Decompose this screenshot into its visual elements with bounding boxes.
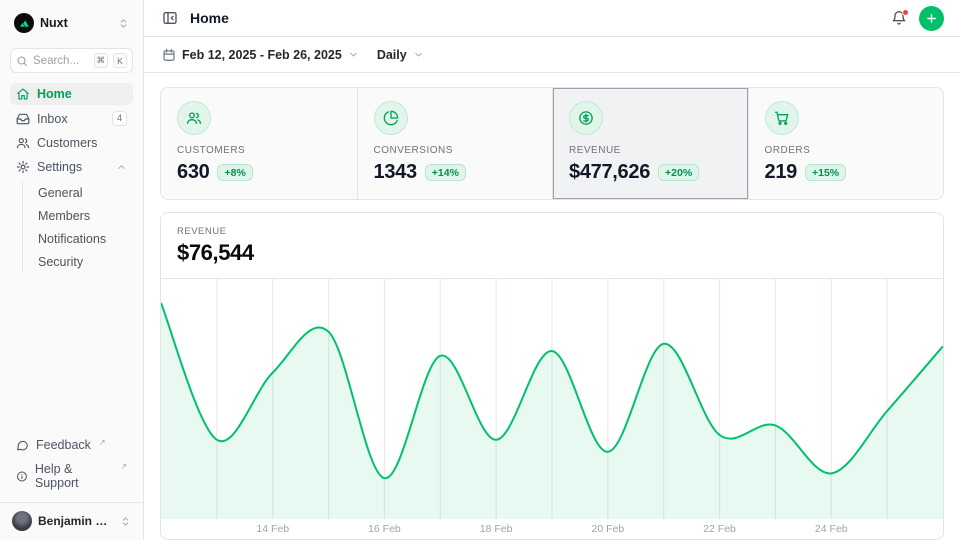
- period-label: Daily: [377, 48, 407, 62]
- panel-left-close-icon: [162, 10, 178, 26]
- stat-label: ORDERS: [765, 145, 928, 156]
- help-support-link[interactable]: Help & Support ↗: [10, 458, 133, 494]
- chevrons-up-down-icon: [118, 18, 129, 29]
- sidebar-item-label: Inbox: [37, 112, 105, 126]
- sidebar-nav: Home Inbox 4 Customers Settings General …: [10, 83, 133, 275]
- user-name: Benjamin Canac: [38, 514, 114, 528]
- user-avatar: [12, 511, 32, 531]
- notifications-button[interactable]: [889, 8, 909, 28]
- stat-change-badge: +14%: [425, 164, 466, 181]
- stat-change-badge: +8%: [217, 164, 252, 181]
- sidebar-item-home[interactable]: Home: [10, 83, 133, 105]
- stats-row: CUSTOMERS 630 +8% CONVERSIONS 1343 +14%: [160, 87, 944, 200]
- app-window: Nuxt ⌘ K Home Inbox 4 Customers: [0, 0, 960, 540]
- users-icon: [16, 136, 30, 150]
- sidebar-item-security[interactable]: Security: [36, 251, 133, 273]
- stat-label: REVENUE: [569, 145, 732, 156]
- stat-change-badge: +20%: [658, 164, 699, 181]
- stat-label: CONVERSIONS: [374, 145, 537, 156]
- x-axis-label: 24 Feb: [815, 523, 848, 535]
- calendar-icon: [162, 48, 176, 62]
- x-axis-label: 14 Feb: [256, 523, 289, 535]
- stat-change-badge: +15%: [805, 164, 846, 181]
- stat-label: CUSTOMERS: [177, 145, 341, 156]
- stat-card-customers[interactable]: CUSTOMERS 630 +8%: [161, 88, 357, 199]
- x-axis-label: 20 Feb: [591, 523, 624, 535]
- pie-chart-icon: [383, 110, 399, 126]
- external-link-icon: ↗: [120, 462, 127, 471]
- info-icon: [16, 470, 28, 483]
- nuxt-logo-icon: [14, 13, 34, 33]
- gear-icon: [16, 160, 30, 174]
- date-range-picker[interactable]: Feb 12, 2025 - Feb 26, 2025: [160, 44, 361, 66]
- dollar-circle-icon: [578, 110, 594, 126]
- settings-subnav: General Members Notifications Security: [22, 182, 133, 273]
- sidebar-spacer: [10, 275, 133, 434]
- team-name: Nuxt: [40, 16, 112, 30]
- chart-plot-area[interactable]: [161, 279, 943, 519]
- users-icon: [186, 110, 202, 126]
- chevron-down-icon: [348, 49, 359, 60]
- inbox-icon: [16, 112, 30, 126]
- new-item-button[interactable]: [919, 6, 944, 31]
- stat-value: 219: [765, 161, 797, 184]
- notification-dot: [902, 9, 909, 16]
- user-menu[interactable]: Benjamin Canac: [0, 502, 143, 540]
- x-axis-label: 18 Feb: [480, 523, 513, 535]
- page-header: Home: [144, 0, 960, 37]
- sidebar-footer: Feedback ↗ Help & Support ↗: [10, 434, 133, 502]
- stat-card-conversions[interactable]: CONVERSIONS 1343 +14%: [357, 88, 553, 199]
- chart-x-axis: 14 Feb 16 Feb 18 Feb 20 Feb 22 Feb 24 Feb: [161, 519, 943, 539]
- help-support-label: Help & Support: [35, 462, 112, 490]
- chevrons-up-down-icon: [120, 516, 131, 527]
- sidebar-item-notifications[interactable]: Notifications: [36, 228, 133, 250]
- filter-toolbar: Feb 12, 2025 - Feb 26, 2025 Daily: [144, 37, 960, 73]
- chevron-up-icon: [116, 162, 127, 173]
- sidebar-item-label: Customers: [37, 136, 127, 150]
- shortcut-k-key: K: [113, 53, 127, 68]
- x-axis-label: 22 Feb: [703, 523, 736, 535]
- page-title: Home: [190, 10, 879, 26]
- stat-value: 1343: [374, 161, 417, 184]
- stat-value: $477,626: [569, 161, 650, 184]
- chart-current-value: $76,544: [177, 240, 927, 266]
- sidebar-item-members[interactable]: Members: [36, 205, 133, 227]
- sidebar-item-customers[interactable]: Customers: [10, 132, 133, 154]
- main-area: Home Feb 12, 2025 - Feb 26, 2025 Daily: [144, 0, 960, 540]
- inbox-count-badge: 4: [112, 111, 127, 126]
- period-select[interactable]: Daily: [375, 44, 426, 66]
- page-content: CUSTOMERS 630 +8% CONVERSIONS 1343 +14%: [144, 73, 960, 540]
- home-icon: [16, 87, 30, 101]
- revenue-chart-card: REVENUE $76,544 14 Feb 16 Feb 18 Feb 20 Feb…: [160, 212, 944, 540]
- team-selector[interactable]: Nuxt: [10, 10, 133, 36]
- chat-bubble-icon: [16, 439, 29, 452]
- sidebar-item-label: Settings: [37, 160, 109, 174]
- sidebar-item-label: Home: [37, 87, 127, 101]
- stat-card-revenue[interactable]: REVENUE $477,626 +20%: [552, 88, 748, 199]
- plus-icon: [925, 12, 938, 25]
- search-input-wrapper[interactable]: ⌘ K: [10, 48, 133, 73]
- stat-value: 630: [177, 161, 209, 184]
- stat-card-orders[interactable]: ORDERS 219 +15%: [748, 88, 944, 199]
- chevron-down-icon: [413, 49, 424, 60]
- x-axis-label: 16 Feb: [368, 523, 401, 535]
- sidebar: Nuxt ⌘ K Home Inbox 4 Customers: [0, 0, 144, 540]
- sidebar-collapse-button[interactable]: [160, 8, 180, 28]
- feedback-label: Feedback: [36, 438, 91, 452]
- chart-title: REVENUE: [177, 226, 927, 237]
- sidebar-item-settings[interactable]: Settings: [10, 156, 133, 178]
- revenue-area-chart: [161, 279, 943, 519]
- shortcut-cmd-key: ⌘: [94, 53, 109, 68]
- feedback-link[interactable]: Feedback ↗: [10, 434, 133, 456]
- sidebar-item-inbox[interactable]: Inbox 4: [10, 107, 133, 130]
- search-input[interactable]: [33, 55, 89, 67]
- external-link-icon: ↗: [99, 438, 106, 447]
- sidebar-item-general[interactable]: General: [36, 182, 133, 204]
- chart-header: REVENUE $76,544: [161, 213, 943, 279]
- cart-icon: [774, 110, 790, 126]
- date-range-label: Feb 12, 2025 - Feb 26, 2025: [182, 48, 342, 62]
- search-icon: [16, 55, 28, 67]
